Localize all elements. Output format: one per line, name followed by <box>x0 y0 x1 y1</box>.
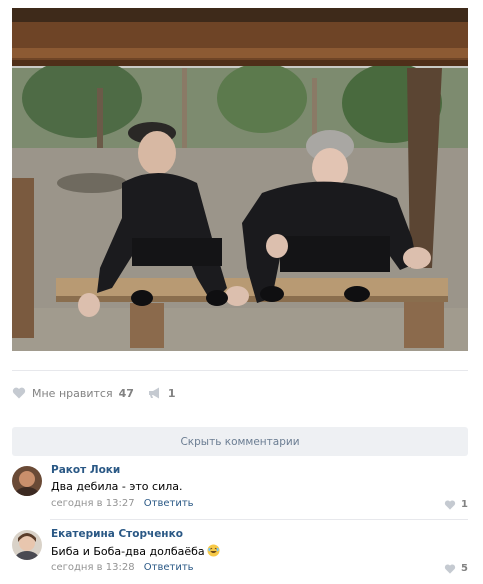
photo-illustration <box>12 8 468 351</box>
comment-like-count: 1 <box>461 499 468 510</box>
comment-meta: сегодня в 13:27 Ответить <box>51 498 194 509</box>
comment-author[interactable]: Екатерина Сторченко <box>51 528 183 540</box>
heart-icon <box>12 387 26 399</box>
reply-button[interactable]: Ответить <box>144 498 194 509</box>
reply-button[interactable]: Ответить <box>144 562 194 573</box>
heart-icon <box>444 499 456 510</box>
avatar[interactable] <box>12 530 42 560</box>
comment-like-button[interactable]: 1 <box>444 499 468 510</box>
hide-comments-button[interactable]: Скрыть комментарии <box>12 427 468 456</box>
comment-meta: сегодня в 13:28 Ответить <box>51 562 194 573</box>
heart-icon <box>444 563 456 574</box>
user-avatar-icon <box>12 466 42 496</box>
comment-like-count: 5 <box>461 563 468 574</box>
laughing-face-icon <box>207 544 220 557</box>
comment-like-button[interactable]: 5 <box>444 563 468 574</box>
post-photo[interactable] <box>12 8 468 351</box>
comment-text: Два дебила - это сила. <box>51 480 183 493</box>
share-button[interactable]: 1 <box>148 387 176 400</box>
comment: Ракот Локи Два дебила - это сила. сегодн… <box>12 462 468 520</box>
avatar[interactable] <box>12 466 42 496</box>
post-actions: Мне нравится 47 1 <box>12 370 468 415</box>
comment-time[interactable]: сегодня в 13:27 <box>51 498 135 509</box>
like-button[interactable]: Мне нравится 47 <box>12 387 134 400</box>
megaphone-icon <box>148 387 159 399</box>
comment-author[interactable]: Ракот Локи <box>51 464 120 476</box>
comment-time[interactable]: сегодня в 13:28 <box>51 562 135 573</box>
comment-divider <box>50 519 468 520</box>
share-count: 1 <box>167 386 176 400</box>
like-label: Мне нравится <box>32 386 113 400</box>
comment: Екатерина Сторченко Биба и Боба-два долб… <box>12 526 468 584</box>
user-avatar-icon <box>12 530 42 560</box>
like-count: 47 <box>118 386 134 400</box>
comment-text-content: Биба и Боба-два долбаёба <box>51 545 205 558</box>
comment-text: Биба и Боба-два долбаёба <box>51 544 220 558</box>
